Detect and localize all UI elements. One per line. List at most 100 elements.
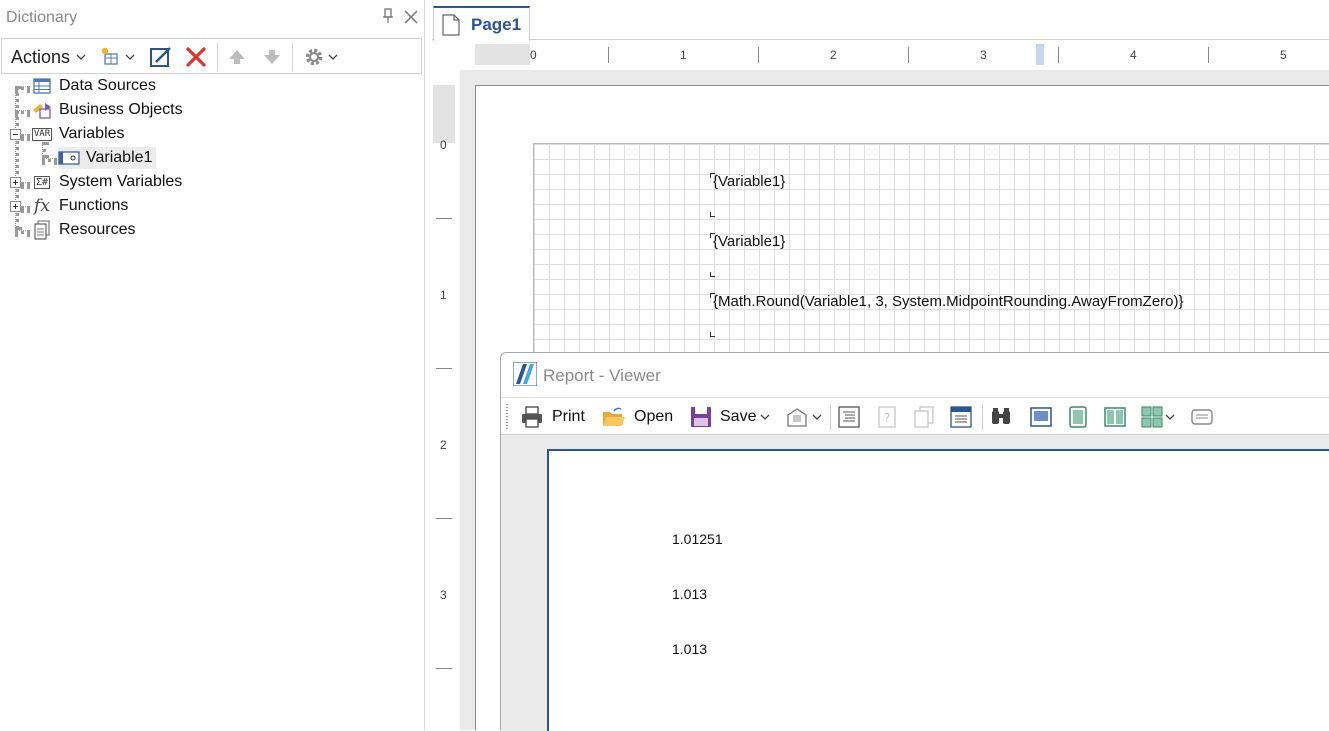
continuous-page-icon[interactable] [1066, 405, 1090, 429]
actions-label: Actions [11, 46, 71, 67]
viewer-title-bar[interactable]: Report - Viewer [501, 353, 1329, 397]
tab-label: Page1 [471, 14, 522, 34]
ruler-label: 2 [440, 438, 447, 452]
tree-item-functions[interactable]: fx Functions [31, 195, 128, 217]
ruler-label: 0 [440, 138, 447, 152]
chevron-down-icon [125, 54, 135, 60]
preview-value: 1.013 [672, 586, 708, 602]
selection-corner [710, 173, 715, 178]
tree-item-label: System Variables [59, 173, 183, 190]
tree-line [21, 206, 30, 210]
ruler-tick [1058, 47, 1059, 63]
move-down-button[interactable] [261, 45, 283, 69]
preview-page: 1.01251 1.013 1.013 [547, 449, 1329, 731]
tree-item-label: Functions [59, 197, 129, 214]
toolbar-separator [830, 404, 831, 430]
ruler-tick [1208, 47, 1209, 63]
functions-icon: fx [34, 196, 50, 216]
tree-item-label: Business Objects [59, 101, 183, 118]
save-button[interactable]: Save [690, 404, 770, 430]
new-item-button[interactable] [99, 45, 135, 69]
variables-icon: VAR [31, 127, 53, 141]
page-setup-icon[interactable] [1190, 405, 1214, 429]
tree-line [42, 158, 57, 162]
tree-item-label: Variables [59, 125, 125, 142]
dictionary-title: Dictionary [6, 9, 78, 26]
functions-expand-toggle[interactable] [10, 201, 21, 212]
move-up-button[interactable] [226, 45, 248, 69]
stimulsoft-logo-icon [513, 362, 537, 386]
page-grid-icon[interactable] [1140, 405, 1164, 429]
ruler-label: 3 [440, 588, 447, 602]
tree-item-variables[interactable]: VAR Variables [31, 123, 125, 145]
chevron-down-icon[interactable] [1165, 413, 1175, 421]
close-icon[interactable] [402, 8, 420, 26]
arrow-up-icon [229, 50, 245, 64]
ruler-label: 4 [1130, 48, 1137, 62]
text-component[interactable]: {Math.Round(Variable1, 3, System.Midpoin… [710, 293, 1329, 337]
print-button[interactable]: Print [520, 404, 585, 430]
resources-icon [31, 220, 53, 240]
tree-item-data-sources[interactable]: Data Sources [31, 75, 156, 97]
tree-item-label: Data Sources [59, 77, 156, 94]
delete-button[interactable] [184, 45, 208, 69]
tab-page1[interactable]: Page1 [433, 6, 530, 41]
toolbar-grip[interactable] [506, 404, 508, 430]
viewer-preview-area[interactable]: 1.01251 1.013 1.013 [501, 435, 1329, 731]
tree-item-resources[interactable]: Resources [31, 219, 135, 241]
ruler-margin-shade [433, 85, 455, 143]
business-objects-icon [31, 101, 53, 119]
svg-text:?: ? [884, 411, 890, 425]
selection-corner [710, 293, 715, 298]
horizontal-ruler: 0 1 2 3 4 5 [475, 44, 1329, 65]
copy-page-icon[interactable] [912, 405, 936, 429]
single-page-icon[interactable] [1029, 405, 1053, 429]
tree-line [15, 86, 30, 90]
preview-value: 1.013 [672, 641, 708, 657]
system-variables-expand-toggle[interactable] [10, 177, 21, 188]
tree-item-label: Variable1 [86, 149, 153, 166]
pin-icon[interactable] [381, 8, 395, 24]
dictionary-panel: Dictionary Actions Data Sources Business… [0, 0, 425, 730]
variables-collapse-toggle[interactable] [10, 129, 21, 140]
ruler-tick [608, 47, 609, 63]
report-band-grid[interactable]: {Variable1} {Variable1} {Math.Round(Vari… [533, 143, 1329, 353]
text-component[interactable]: {Variable1} [710, 233, 1329, 277]
expression-text: {Math.Round(Variable1, 3, System.Midpoin… [713, 293, 1184, 310]
multiple-pages-icon[interactable] [1103, 405, 1127, 429]
tree-item-business-objects[interactable]: Business Objects [31, 99, 183, 121]
text-component[interactable]: {Variable1} [710, 173, 1329, 217]
parameters-icon[interactable]: ? [875, 405, 899, 429]
find-binoculars-icon[interactable] [989, 405, 1013, 429]
ruler-margin-shade [475, 44, 530, 65]
ruler-label: 0 [530, 48, 537, 62]
tree-line [15, 110, 30, 114]
gear-icon [305, 48, 323, 66]
vertical-ruler: 0 1 2 3 [433, 85, 455, 730]
variable-icon [58, 149, 80, 167]
tree-line [15, 230, 30, 234]
arrow-down-icon [264, 50, 280, 64]
toolbar-separator [982, 404, 983, 430]
ruler-label: 2 [830, 48, 837, 62]
bookmarks-icon[interactable] [837, 405, 861, 429]
tree-item-system-variables[interactable]: Σ# System Variables [31, 171, 182, 193]
actions-menu-button[interactable]: Actions [11, 46, 86, 68]
thumbnails-icon[interactable] [949, 405, 973, 429]
edit-button[interactable] [149, 45, 173, 69]
tree-item-variable1[interactable]: Variable1 [58, 147, 157, 169]
open-button[interactable]: Open [602, 404, 673, 430]
ruler-label: 1 [680, 48, 687, 62]
chevron-down-icon [761, 414, 770, 420]
viewer-toolbar: Print Open Save ? [501, 397, 1329, 435]
open-label: Open [634, 408, 674, 425]
settings-button[interactable] [303, 45, 338, 69]
delete-icon [186, 47, 206, 67]
ruler-tick [758, 47, 759, 63]
chevron-down-icon [812, 414, 822, 420]
system-variables-icon: Σ# [33, 175, 51, 189]
send-email-button[interactable] [786, 404, 822, 430]
ruler-tick [436, 218, 452, 219]
chevron-down-icon [76, 54, 86, 60]
toolbar-separator [292, 43, 293, 71]
